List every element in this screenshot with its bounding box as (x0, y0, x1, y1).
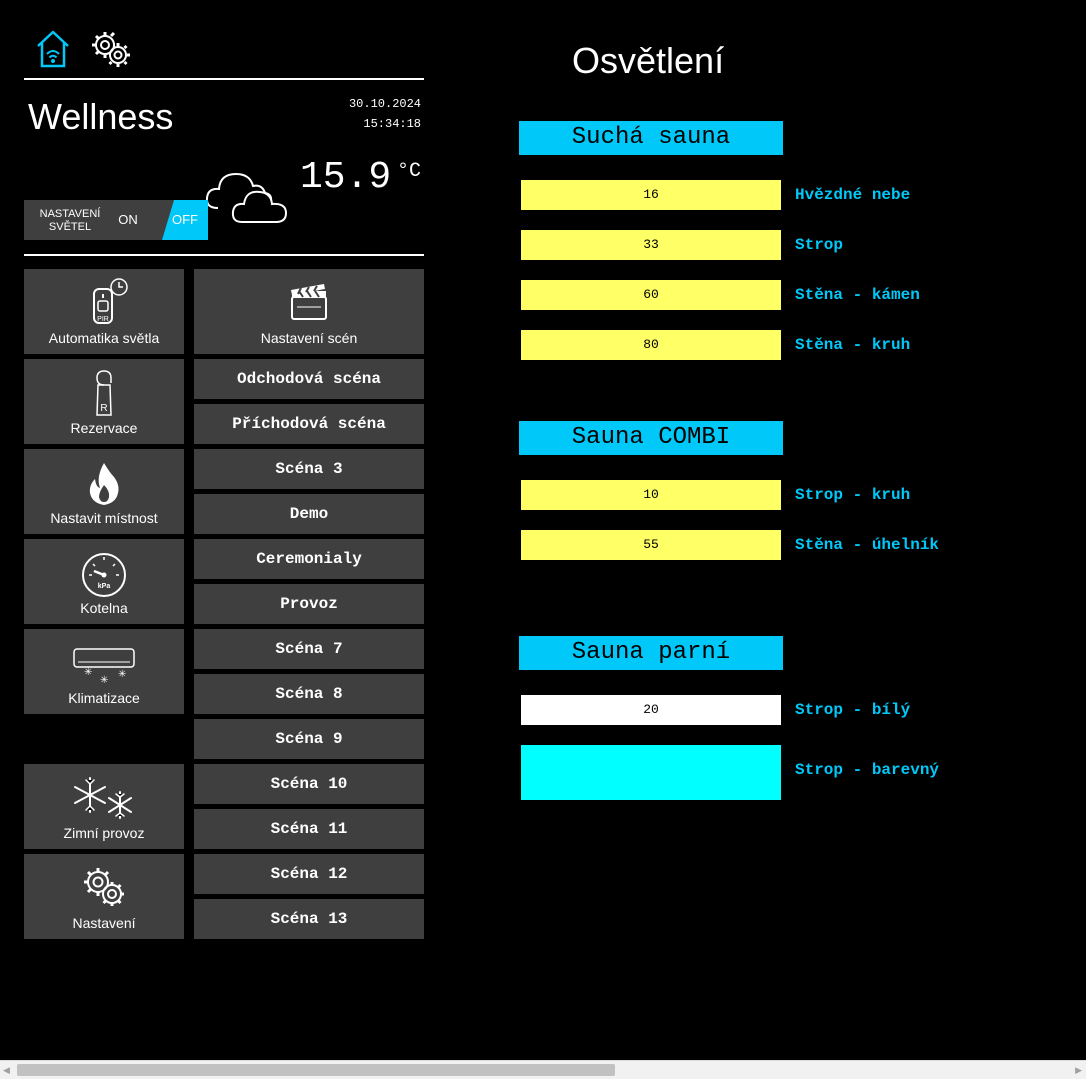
scene-button[interactable]: Odchodová scéna (194, 359, 424, 399)
scene-button[interactable]: Scéna 8 (194, 674, 424, 714)
scroll-left-icon[interactable]: ◀ (3, 1065, 10, 1076)
scene-button[interactable]: Příchodová scéna (194, 404, 424, 444)
light-value[interactable]: 16 (521, 180, 781, 210)
pressure-gauge-icon: kPa (80, 547, 128, 597)
door-hanger-icon: R (80, 367, 128, 417)
scene-button[interactable]: Scéna 7 (194, 629, 424, 669)
scroll-right-icon[interactable]: ▶ (1075, 1065, 1082, 1076)
tile-nastavit-mistnost[interactable]: Nastavit místnost (24, 449, 184, 534)
svg-text:kPa: kPa (98, 583, 111, 590)
light-value[interactable]: 60 (521, 280, 781, 310)
svg-text:✳: ✳ (100, 675, 108, 686)
svg-text:R: R (100, 403, 107, 414)
scene-button[interactable]: Scéna 12 (194, 854, 424, 894)
light-label: Strop - bílý (795, 701, 911, 719)
cloud-icon (204, 168, 290, 226)
section-title: Osvětlení (572, 40, 725, 81)
light-label: Strop (795, 236, 844, 254)
scene-button[interactable]: Provoz (194, 584, 424, 624)
section-divider (24, 254, 424, 256)
scene-button[interactable]: Scéna 11 (194, 809, 424, 849)
light-label: Stěna - kámen (795, 286, 920, 304)
tile-automatika-svetla[interactable]: PIR Automatika světla (24, 269, 184, 354)
tile-label: Klimatizace (68, 690, 140, 706)
tile-label: Kotelna (80, 600, 128, 616)
tile-zimni-provoz[interactable]: Zimní provoz (24, 764, 184, 849)
scene-button[interactable]: Scéna 13 (194, 899, 424, 939)
time-display: 15:34:18 (363, 117, 421, 131)
scene-button[interactable]: Scéna 10 (194, 764, 424, 804)
light-label: Hvězdné nebe (795, 186, 911, 204)
temperature-unit: °C (397, 160, 422, 183)
air-conditioner-icon: ✳ ✳ ✳ (72, 637, 136, 687)
light-value[interactable]: 20 (521, 695, 781, 725)
tile-label: Automatika světla (48, 330, 160, 346)
date-display: 30.10.2024 (348, 97, 421, 111)
flame-icon (80, 457, 128, 507)
tile-kotelna[interactable]: kPa Kotelna (24, 539, 184, 624)
snowflake-icon (68, 772, 140, 822)
light-value[interactable]: 33 (521, 230, 781, 260)
scene-button[interactable]: Demo (194, 494, 424, 534)
scene-settings-label: Nastavení scén (260, 330, 358, 346)
home-wifi-icon[interactable] (34, 28, 74, 70)
tile-label: Nastavit místnost (50, 510, 158, 526)
scrollbar-thumb[interactable] (17, 1064, 615, 1076)
scene-button[interactable]: Scéna 9 (194, 719, 424, 759)
toggle-on-option[interactable]: ON (112, 212, 144, 227)
tile-label: Rezervace (70, 420, 138, 436)
light-label: Strop - kruh (795, 486, 911, 504)
lights-settings-toggle[interactable]: NASTAVENÍ SVĚTEL ON OFF (24, 200, 208, 240)
horizontal-scrollbar[interactable]: ◀ ▶ (0, 1060, 1086, 1079)
toggle-label: NASTAVENÍ SVĚTEL (39, 208, 101, 233)
toggle-off-option[interactable]: OFF (172, 212, 198, 227)
light-label: Strop - barevný (795, 761, 940, 779)
light-value[interactable]: 10 (521, 480, 781, 510)
svg-text:PIR: PIR (97, 316, 109, 323)
scene-button[interactable]: Scéna 3 (194, 449, 424, 489)
clapperboard-icon (289, 281, 329, 321)
tile-nastaveni[interactable]: Nastavení (24, 854, 184, 939)
header-divider (24, 78, 424, 80)
pir-clock-icon: PIR (80, 277, 128, 327)
scene-settings-button[interactable]: Nastavení scén (194, 269, 424, 354)
gears-icon[interactable] (88, 28, 130, 70)
light-value[interactable]: 55 (521, 530, 781, 560)
page-title: Wellness (28, 96, 174, 137)
svg-text:✳: ✳ (84, 667, 92, 678)
section-header-sauna-parni: Sauna parní (519, 636, 783, 670)
light-label: Stěna - úhelník (795, 536, 940, 554)
color-light-value[interactable] (521, 745, 781, 800)
section-header-sauna-combi: Sauna COMBI (519, 421, 783, 455)
light-value[interactable]: 80 (521, 330, 781, 360)
temperature-value: 15.9 (300, 156, 392, 199)
svg-text:✳: ✳ (118, 669, 126, 680)
tile-rezervace[interactable]: R Rezervace (24, 359, 184, 444)
scene-button[interactable]: Ceremonialy (194, 539, 424, 579)
tile-label: Nastavení (72, 915, 136, 931)
tile-klimatizace[interactable]: ✳ ✳ ✳ Klimatizace (24, 629, 184, 714)
gears-icon (80, 862, 128, 912)
section-header-sucha-sauna: Suchá sauna (519, 121, 783, 155)
light-label: Stěna - kruh (795, 336, 911, 354)
tile-label: Zimní provoz (63, 825, 145, 841)
